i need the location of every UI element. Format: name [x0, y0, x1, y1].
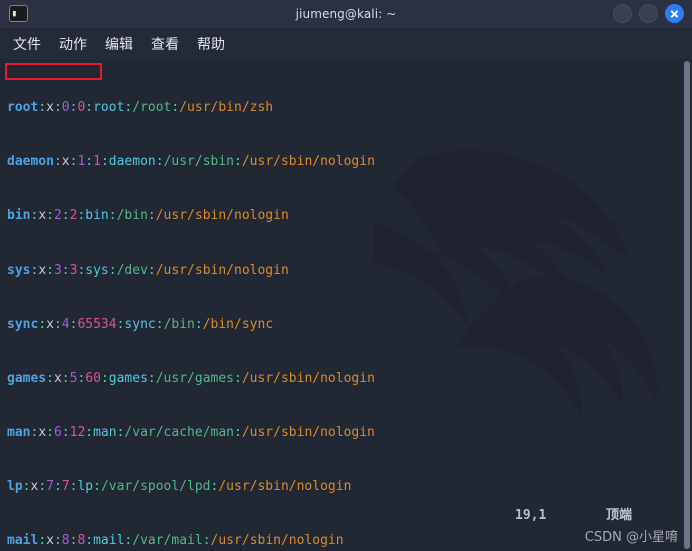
editor-status-line: 19,1 顶端	[0, 507, 692, 525]
passwd-line: bin:x:2:2:bin:/bin:/usr/sbin/nologin	[7, 208, 289, 224]
cursor-position: 19,1	[515, 508, 547, 523]
passwd-line: root:x:0:0:root:/root:/usr/bin/zsh	[7, 100, 274, 116]
window-controls	[613, 4, 684, 23]
scrollbar-thumb[interactable]	[684, 61, 690, 549]
menu-view[interactable]: 查看	[151, 34, 179, 54]
title-bar: ▖ jiumeng@kali: ~	[0, 0, 692, 29]
passwd-file-output: root:x:0:0:root:/root:/usr/bin/zsh daemo…	[0, 59, 692, 551]
terminal-icon: ▖	[9, 5, 28, 22]
close-button[interactable]	[665, 4, 684, 23]
csdn-watermark: CSDN @小星唷	[584, 530, 678, 545]
terminal-content[interactable]: root:x:0:0:root:/root:/usr/bin/zsh daemo…	[0, 59, 692, 551]
passwd-line: man:x:6:12:man:/var/cache/man:/usr/sbin/…	[7, 424, 375, 440]
menu-actions[interactable]: 动作	[59, 34, 87, 54]
passwd-line: lp:x:7:7:lp:/var/spool/lpd:/usr/sbin/nol…	[7, 479, 352, 495]
scroll-state: 顶端	[606, 508, 633, 523]
passwd-line: sys:x:3:3:sys:/dev:/usr/sbin/nologin	[7, 262, 289, 278]
passwd-line: sync:x:4:65534:sync:/bin:/bin/sync	[7, 316, 274, 332]
terminal-window: ▖ jiumeng@kali: ~ 文件 动作 编辑 查看 帮助 root:x:…	[0, 0, 692, 551]
scrollbar[interactable]	[682, 59, 692, 551]
minimize-button[interactable]	[613, 4, 632, 23]
menu-file[interactable]: 文件	[13, 34, 41, 54]
menu-help[interactable]: 帮助	[197, 34, 225, 54]
passwd-line: games:x:5:60:games:/usr/games:/usr/sbin/…	[7, 370, 375, 386]
maximize-button[interactable]	[639, 4, 658, 23]
menu-bar: 文件 动作 编辑 查看 帮助	[0, 29, 692, 59]
menu-edit[interactable]: 编辑	[105, 34, 133, 54]
window-title: jiumeng@kali: ~	[295, 7, 397, 21]
prompt-glyph: ▖	[13, 7, 19, 17]
passwd-line: daemon:x:1:1:daemon:/usr/sbin:/usr/sbin/…	[7, 154, 375, 170]
